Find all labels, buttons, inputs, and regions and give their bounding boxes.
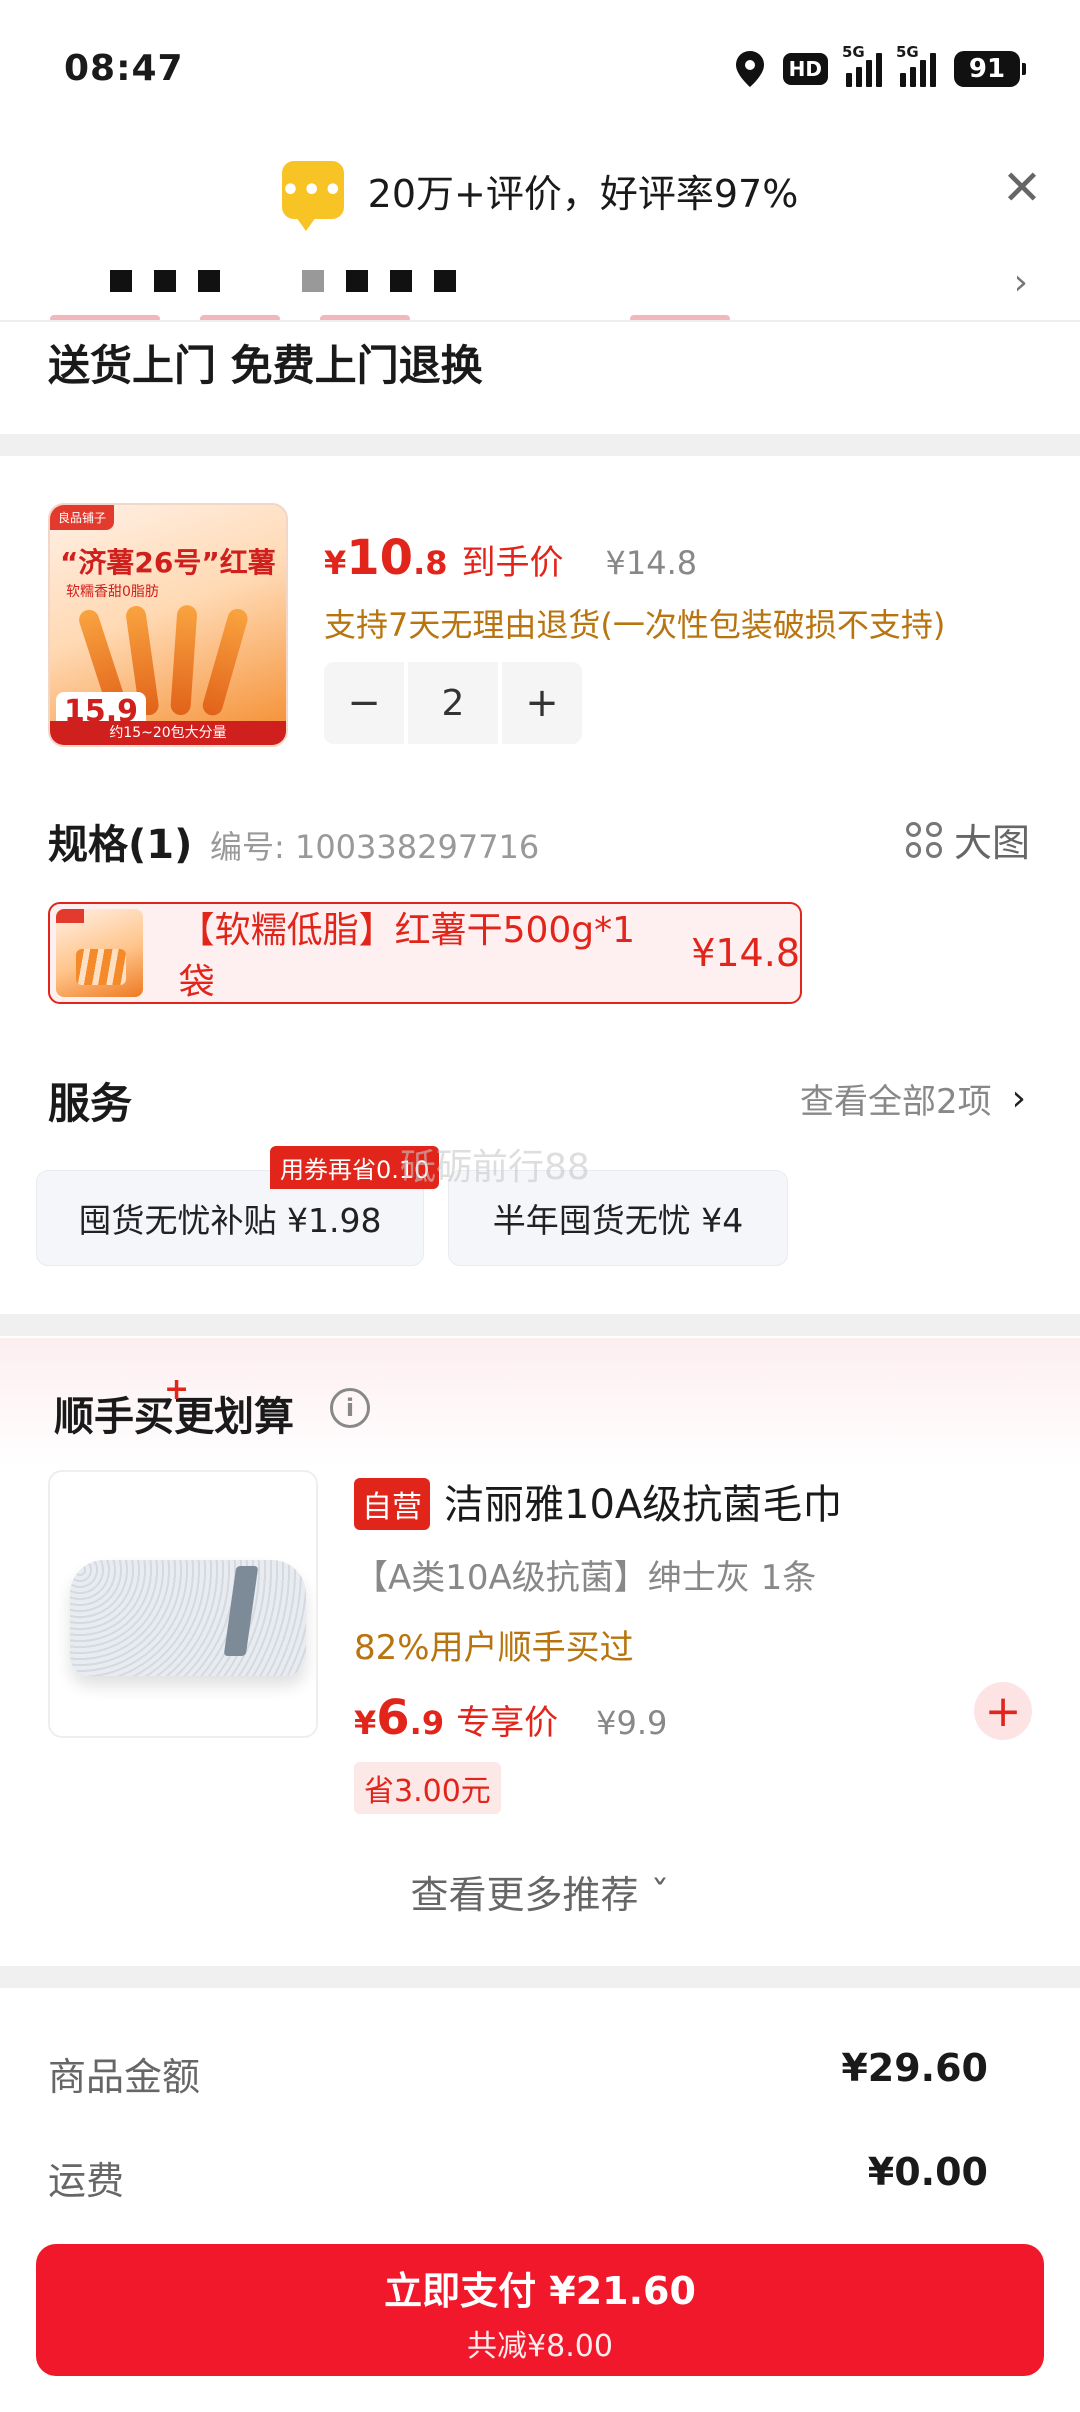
big-picture-label: 大图 [953, 821, 1030, 865]
towel-original-price: ¥9.9 [596, 1704, 668, 1742]
spec-code: 编号: 100338297716 [210, 828, 540, 866]
service-view-all[interactable]: 查看全部2项 › [800, 1074, 1026, 1123]
review-text: 20万+评价，好评率97% [367, 171, 799, 216]
quantity-value[interactable]: 2 [408, 662, 498, 744]
product-image[interactable]: 良品铺子 “济薯26号”红薯 软糯香甜0脂肪 15.9 约15~20包大分量 [48, 503, 288, 747]
pay-now-button[interactable]: 立即支付 ¥21.60 共减¥8.00 [36, 2244, 1044, 2376]
spec-title: 规格(1) [48, 822, 193, 868]
towel-price-row: ¥6.9 专享价 ¥9.9 [354, 1690, 667, 1746]
towel-image[interactable] [48, 1470, 318, 1738]
watermark: 砥砺前行88 [400, 1147, 590, 1188]
spec-thumbnail [56, 909, 143, 997]
save-tag: 省3.00元 [354, 1762, 501, 1814]
close-icon[interactable]: ✕ [994, 160, 1050, 216]
image-sub: 软糯香甜0脂肪 [66, 584, 159, 600]
product-price: ¥10.8 [324, 530, 448, 586]
section-gap [0, 1314, 1080, 1336]
service-title: 服务 [48, 1079, 133, 1128]
quantity-stepper: − 2 + [324, 662, 582, 744]
shipping-row: 运费 ¥0.00 [48, 2150, 988, 2205]
goods-amount-label: 商品金额 [48, 2055, 201, 2099]
section-gap [0, 434, 1080, 456]
spec-option-selected[interactable]: 【软糯低脂】红薯干500g*1袋 ¥14.8 [48, 902, 802, 1004]
add-to-order-button[interactable]: + [974, 1682, 1032, 1740]
chevron-right-icon: › [1011, 1078, 1026, 1119]
goods-amount-value: ¥29.60 [841, 2046, 988, 2090]
goods-amount-row: 商品金额 ¥29.60 [48, 2046, 988, 2101]
towel-price: ¥6.9 [354, 1690, 445, 1746]
return-policy: 支持7天无理由退货(一次性包装破损不支持) [324, 606, 946, 644]
big-picture-button[interactable]: 大图 [905, 812, 1030, 867]
pay-discount-label: 共减¥8.00 [467, 2329, 613, 2364]
section-gap [0, 1966, 1080, 1988]
price-label: 到手价 [461, 543, 564, 583]
plus-button[interactable]: + [502, 662, 582, 744]
message-icon: ••• [281, 161, 344, 231]
chevron-right-icon[interactable]: › [1014, 262, 1028, 303]
spec-option-text: 【软糯低脂】红薯干500g*1袋 [178, 910, 636, 1003]
brand-tag: 良品铺子 [50, 505, 115, 530]
battery-icon: 91 [954, 51, 1026, 87]
divider [0, 320, 1080, 322]
towel-bought-rate: 82%用户顺手买过 [354, 1628, 634, 1668]
towel-picture [70, 1560, 306, 1676]
status-time: 08:47 [64, 48, 184, 89]
image-title: “济薯26号”红薯 [60, 546, 276, 579]
signal-icon-2: 5G [896, 43, 936, 87]
delivery-text: 送货上门 免费上门退换 [48, 341, 483, 390]
original-price: ¥14.8 [605, 544, 698, 582]
shipping-value: ¥0.00 [867, 2150, 988, 2194]
self-operated-badge: 自营 [354, 1478, 430, 1530]
status-icons: HD 5G 5G 91 [735, 43, 1026, 88]
addon-plus-mark: + [164, 1372, 190, 1407]
masked-address[interactable] [110, 270, 456, 292]
towel-name[interactable]: 洁丽雅10A级抗菌毛巾 [444, 1472, 842, 1530]
more-recommendations[interactable]: 查看更多推荐 ˇ [0, 1864, 1080, 1919]
view-all-label: 查看全部2项 [799, 1082, 992, 1122]
pay-now-label: 立即支付 ¥21.60 [384, 2269, 696, 2313]
minus-button[interactable]: − [324, 662, 404, 744]
spec-option-price: ¥14.8 [691, 931, 800, 975]
towel-spec: 【A类10A级抗菌】绅士灰 1条 [354, 1558, 817, 1598]
signal-icon-1: 5G [842, 43, 882, 87]
product-price-row: ¥10.8 到手价 ¥14.8 [324, 530, 697, 586]
image-bottom-banner: 约15~20包大分量 [50, 721, 286, 745]
location-icon [735, 51, 764, 87]
review-banner[interactable]: ••• 20万+评价，好评率97% [0, 140, 1080, 240]
hd-icon: HD [782, 53, 828, 85]
shipping-label: 运费 [48, 2159, 125, 2203]
grid-icon [905, 821, 942, 858]
towel-price-label: 专享价 [456, 1703, 559, 1743]
info-icon[interactable]: i [330, 1388, 370, 1428]
